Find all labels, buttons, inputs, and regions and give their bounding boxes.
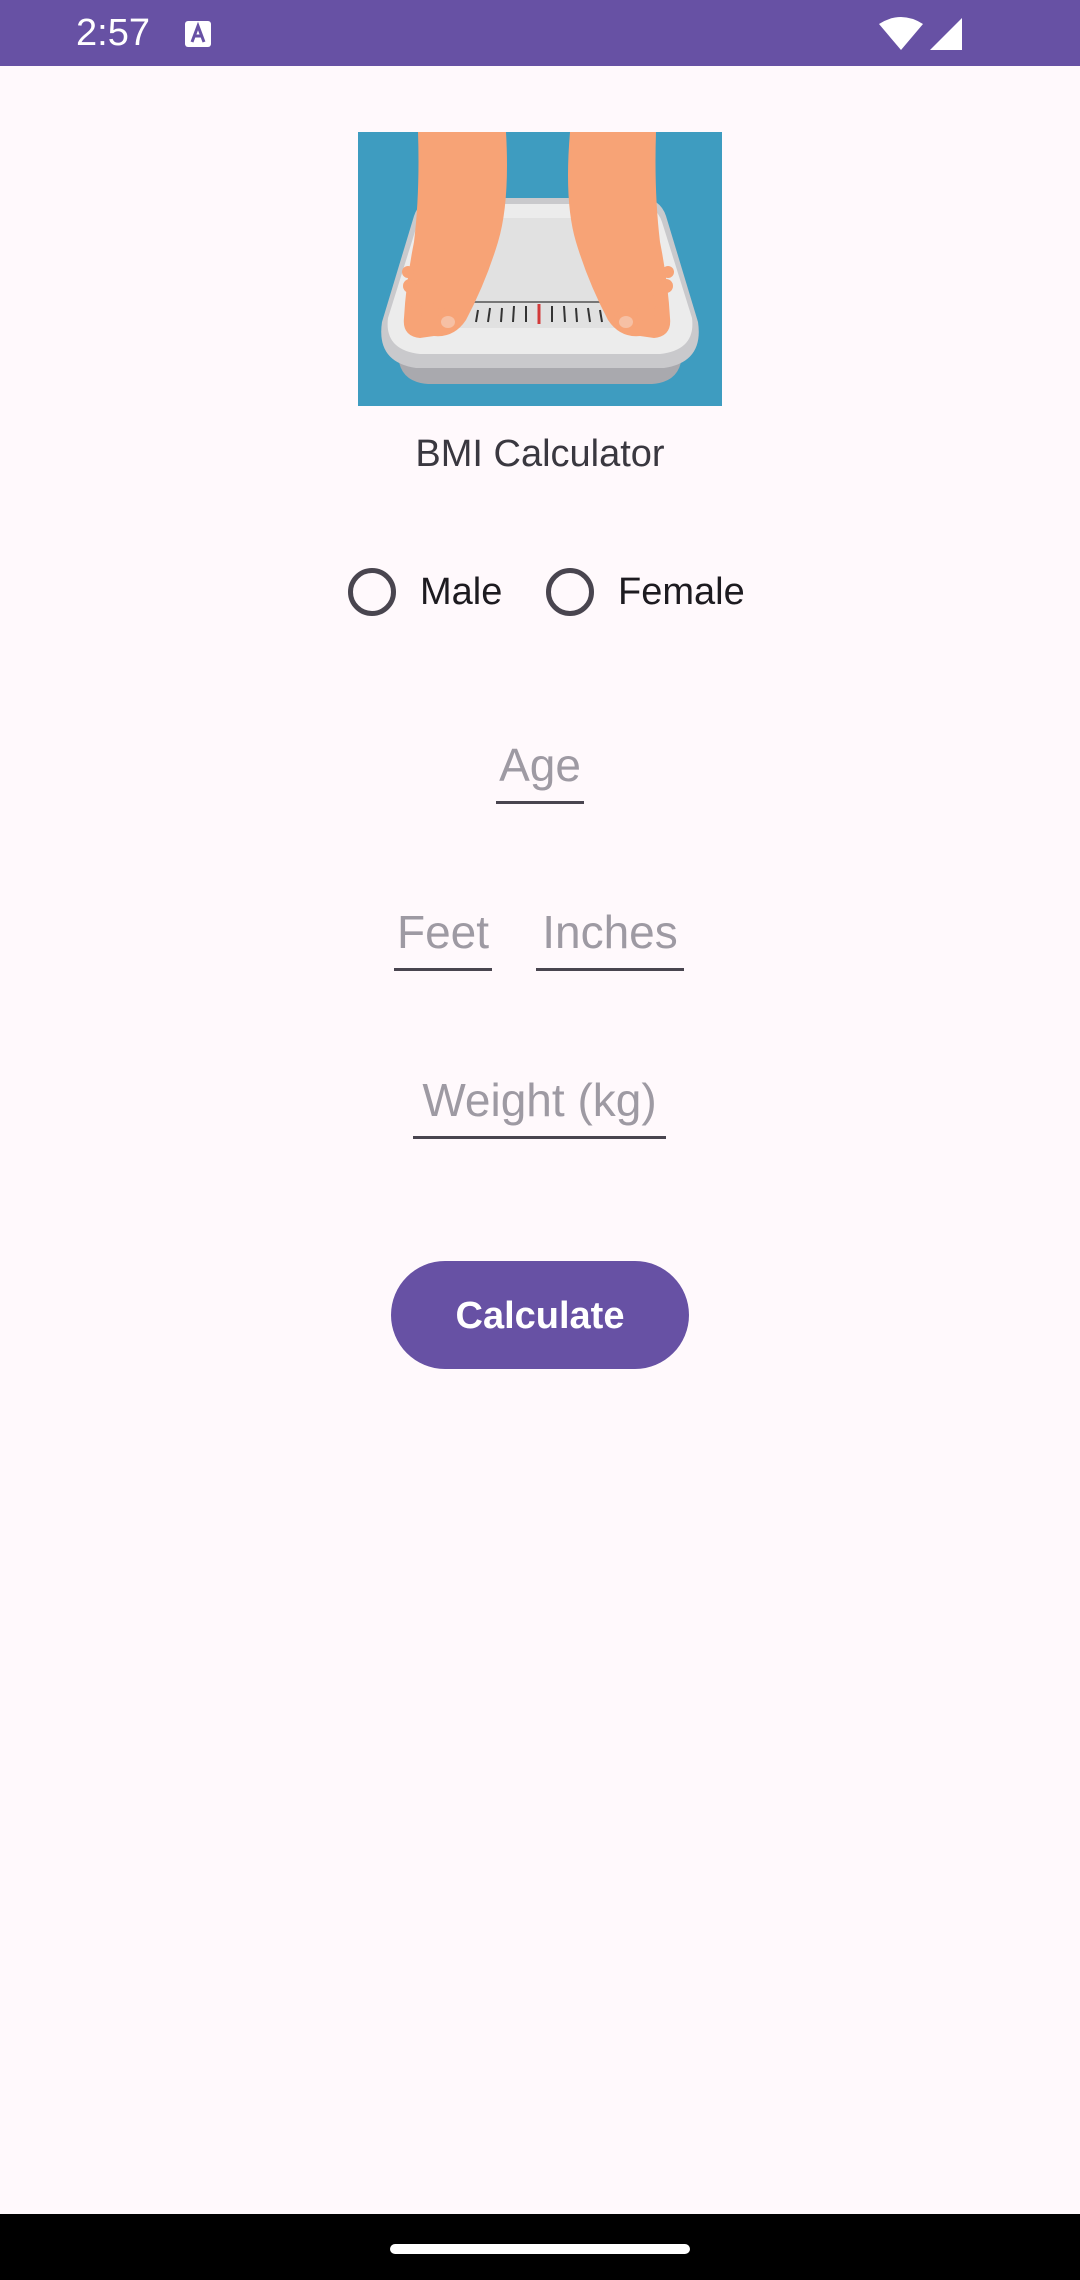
radio-male-circle[interactable] [348,568,396,616]
radio-female[interactable]: Female [546,560,745,624]
radio-male-label[interactable]: Male [420,571,502,614]
wifi-icon [879,17,923,50]
status-time: 2:57 [76,12,150,54]
feet-input[interactable] [394,895,492,971]
scale-feet-image [358,132,722,406]
radio-female-label[interactable]: Female [618,571,745,614]
calculate-button[interactable]: Calculate [391,1261,689,1369]
app-screen: 2:57 BMI Calculator Male Female Age Feet… [0,0,1080,2280]
radio-female-circle[interactable] [546,568,594,616]
status-bar: 2:57 [0,0,1080,66]
app-title: BMI Calculator [415,433,665,475]
weight-input[interactable] [413,1063,666,1139]
age-input[interactable] [496,728,584,804]
home-indicator[interactable] [390,2244,690,2254]
notification-a-icon [185,21,211,47]
bmi-scale-illustration [358,132,722,406]
signal-icon [930,18,962,50]
inches-input[interactable] [536,895,684,971]
gender-radio-group: Male Female [0,560,1080,624]
radio-male[interactable]: Male [348,560,502,624]
navigation-bar [0,2214,1080,2280]
